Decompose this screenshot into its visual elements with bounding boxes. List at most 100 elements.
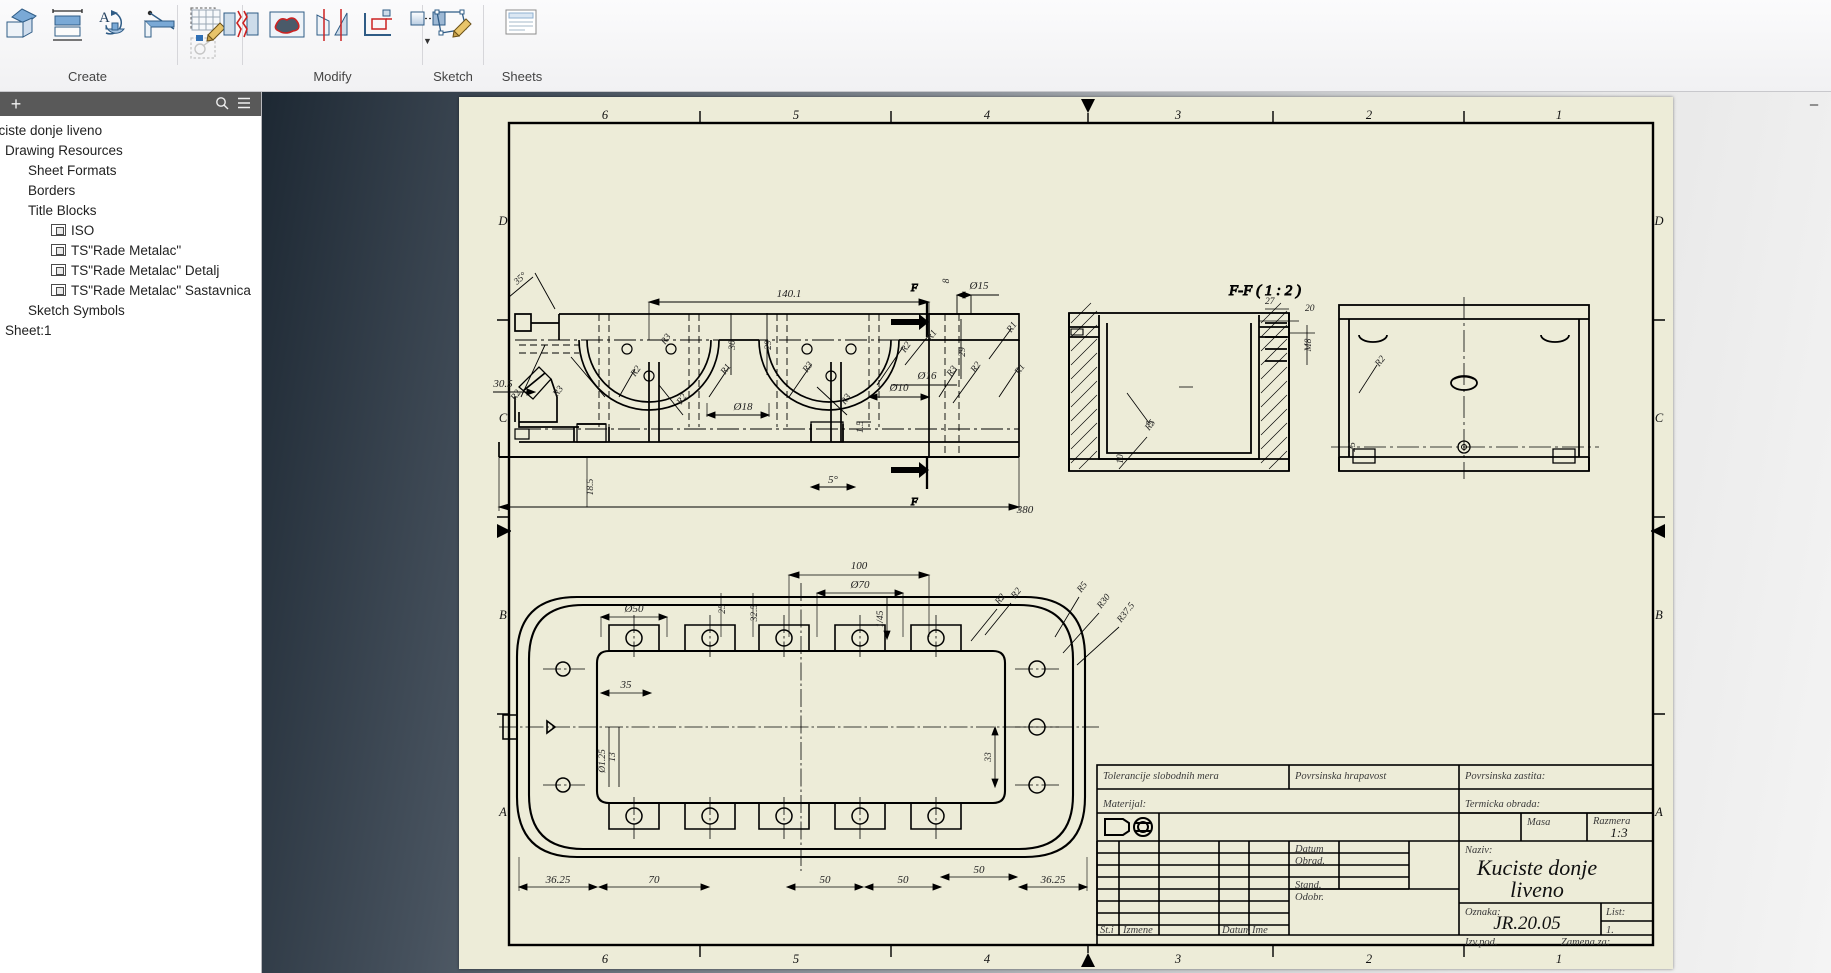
svg-text:Zamena za:: Zamena za: [1561, 937, 1610, 948]
svg-text:Povrsinska zastita:: Povrsinska zastita: [1464, 771, 1545, 782]
svg-text:27: 27 [1265, 297, 1276, 307]
start-sketch-button[interactable] [430, 4, 476, 62]
svg-text:32.5: 32.5 [750, 604, 760, 622]
browser-tree-item[interactable]: Sheet Formats [2, 160, 261, 180]
browser-tree-item-label: Drawing Resources [5, 142, 123, 158]
svg-text:25: 25 [1348, 442, 1358, 452]
svg-text:2: 2 [1366, 108, 1372, 122]
svg-text:35: 35 [620, 679, 633, 691]
ribbon-toolbar: A Create ▼ Modify Sketch Sheets [0, 0, 1831, 92]
svg-text:R1: R1 [719, 362, 734, 377]
browser-tree-item[interactable]: ISO [12, 220, 261, 240]
minimize-button[interactable]: – [1803, 97, 1825, 116]
svg-text:1.5: 1.5 [856, 421, 866, 433]
svg-text:Izmene: Izmene [1122, 925, 1153, 936]
svg-text:1:3: 1:3 [1610, 825, 1628, 840]
browser-tree-item-label: Title Blocks [28, 202, 97, 218]
svg-text:Naziv:: Naziv: [1464, 845, 1492, 856]
svg-text:R37.5: R37.5 [1115, 601, 1137, 626]
svg-text:18.5: 18.5 [586, 478, 596, 495]
add-icon[interactable]: + [6, 95, 26, 113]
svg-text:F: F [910, 496, 918, 508]
svg-text:Ø50: Ø50 [624, 603, 644, 615]
svg-text:8: 8 [942, 278, 952, 283]
auxiliary-view-button[interactable]: A [91, 4, 137, 62]
title-block-icon [51, 244, 66, 256]
svg-text:R3: R3 [659, 332, 674, 347]
drawing-sheet[interactable]: 654 321 654 321 DCBA DCBA F F 140.1 380 … [459, 97, 1673, 969]
browser-tree-item[interactable]: Kuciste donje liveno [0, 120, 261, 140]
svg-text:50: 50 [820, 874, 832, 886]
browser-tree-item[interactable]: TS"Rade Metalac" Detalj [12, 260, 261, 280]
drawing-canvas[interactable]: – 6 5 4 3 2 1 6 5 4 3 2 1 D C B A D C B … [262, 92, 1831, 973]
svg-text:Povrsinska hrapavost: Povrsinska hrapavost [1294, 771, 1387, 782]
ribbon-group-sheets-label: Sheets [501, 69, 543, 84]
svg-text:10: 10 [1116, 454, 1126, 464]
crop-button[interactable] [356, 4, 402, 62]
browser-tree-item-label: Sheet:1 [5, 322, 52, 338]
svg-text:Oznaka:: Oznaka: [1465, 907, 1501, 918]
svg-text:140.1: 140.1 [777, 288, 802, 300]
svg-text:R3: R3 [945, 364, 960, 379]
svg-text:R2: R2 [509, 388, 524, 403]
svg-text:50: 50 [898, 874, 910, 886]
svg-text:R3: R3 [839, 392, 854, 407]
browser-tree-item[interactable]: Title Blocks [2, 200, 261, 220]
svg-text:1: 1 [1556, 108, 1562, 122]
browser-tree-item-label: Sketch Symbols [28, 302, 125, 318]
svg-text:Razmera: Razmera [1592, 816, 1630, 827]
title-block-icon [51, 224, 66, 236]
browser-tree-item[interactable]: TS"Rade Metalac" [12, 240, 261, 260]
model-browser-panel: + Kuciste donje liveno Drawing Resources S… [0, 92, 262, 973]
svg-text:33: 33 [984, 752, 994, 763]
slice-button[interactable] [310, 4, 356, 62]
svg-text:Datum: Datum [1294, 844, 1324, 855]
projected-view-button[interactable] [0, 4, 45, 62]
svg-text:35°: 35° [511, 270, 529, 288]
svg-text:1.: 1. [1606, 925, 1614, 936]
detail-view-button[interactable] [137, 4, 183, 62]
svg-text:13: 13 [608, 752, 618, 762]
svg-text:Stand.: Stand. [1295, 880, 1322, 891]
ribbon-group-create: A Create [0, 2, 216, 92]
break-out-button[interactable] [264, 4, 310, 62]
svg-text:Termicka obrada:: Termicka obrada: [1465, 799, 1540, 810]
svg-text:F: F [910, 282, 918, 294]
browser-tree-item[interactable]: Borders [2, 180, 261, 200]
svg-text:B: B [499, 608, 507, 622]
browser-tree-item-label: Borders [28, 182, 76, 198]
browser-tree-item[interactable]: Sketch Symbols [2, 300, 261, 320]
search-icon[interactable] [211, 96, 233, 113]
ribbon-group-modify: ▼ Modify [223, 2, 445, 92]
svg-text:Materijal:: Materijal: [1102, 799, 1146, 810]
svg-text:A: A [498, 805, 507, 819]
svg-text:Izv.pod.: Izv.pod. [1464, 937, 1497, 948]
svg-text:5: 5 [793, 108, 799, 122]
svg-text:Masa: Masa [1526, 817, 1550, 828]
svg-text:70: 70 [649, 874, 661, 886]
new-sheet-button[interactable] [499, 4, 545, 62]
svg-text:A: A [1654, 805, 1663, 819]
svg-text:R30: R30 [1095, 592, 1113, 611]
svg-text:B: B [1655, 608, 1663, 622]
title-block-icon [51, 264, 66, 276]
svg-text:4: 4 [984, 952, 990, 966]
hamburger-icon[interactable] [233, 97, 255, 112]
break-button[interactable] [218, 4, 264, 62]
browser-tree-item-label: TS"Rade Metalac" [71, 242, 182, 258]
svg-text:29: 29 [958, 347, 968, 357]
svg-text:6: 6 [602, 108, 609, 122]
browser-tree-item[interactable]: TS"Rade Metalac" Sastavnica [12, 280, 261, 300]
browser-tree-item[interactable]: Sheet:1 [0, 320, 261, 340]
browser-tree-item-label: Kuciste donje liveno [0, 122, 103, 138]
svg-text:Ime: Ime [1251, 925, 1268, 936]
svg-text:5: 5 [793, 952, 799, 966]
svg-text:20: 20 [1305, 304, 1315, 314]
section-view-button[interactable] [45, 4, 91, 62]
svg-text:Kuciste donje: Kuciste donje [1476, 855, 1598, 880]
svg-text:Odobr.: Odobr. [1295, 892, 1324, 903]
ribbon-separator [483, 5, 484, 65]
browser-tree-item[interactable]: Drawing Resources [0, 140, 261, 160]
svg-text:Ø15: Ø15 [969, 280, 989, 292]
svg-text:380: 380 [1016, 504, 1034, 516]
